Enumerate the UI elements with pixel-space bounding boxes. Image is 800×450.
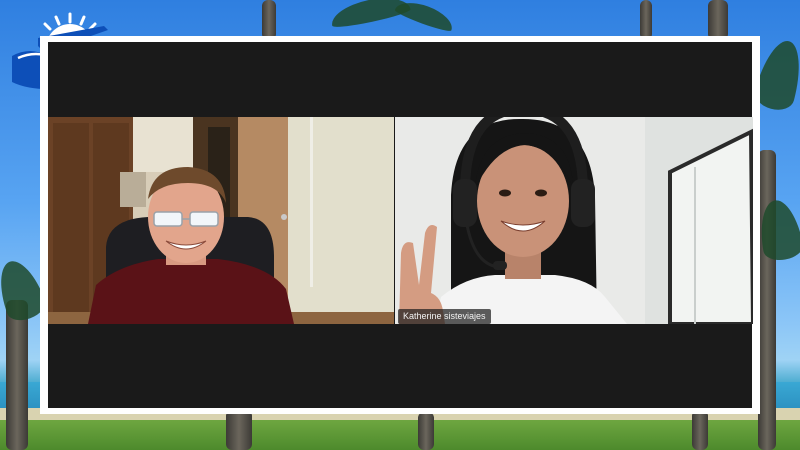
background-scene: SISTE VIAJES <box>0 0 800 450</box>
palm-trunk <box>640 0 652 40</box>
lawn <box>0 420 800 450</box>
palm-trunk <box>226 410 252 450</box>
palm-leaf <box>393 0 457 34</box>
participant-name-label: Katherine sisteviajes <box>398 309 491 324</box>
palm-trunk <box>692 410 708 450</box>
palm-trunk <box>418 412 434 450</box>
palm-trunk <box>758 150 776 450</box>
participant-2-video-feed <box>395 117 753 324</box>
participant-video-tile-2[interactable] <box>395 117 753 324</box>
palm-trunk <box>262 0 276 40</box>
participant-1-video-feed <box>48 117 394 324</box>
palm-trunk <box>6 300 28 450</box>
palm-trunk <box>708 0 728 40</box>
participant-video-tile-1[interactable] <box>48 117 394 324</box>
